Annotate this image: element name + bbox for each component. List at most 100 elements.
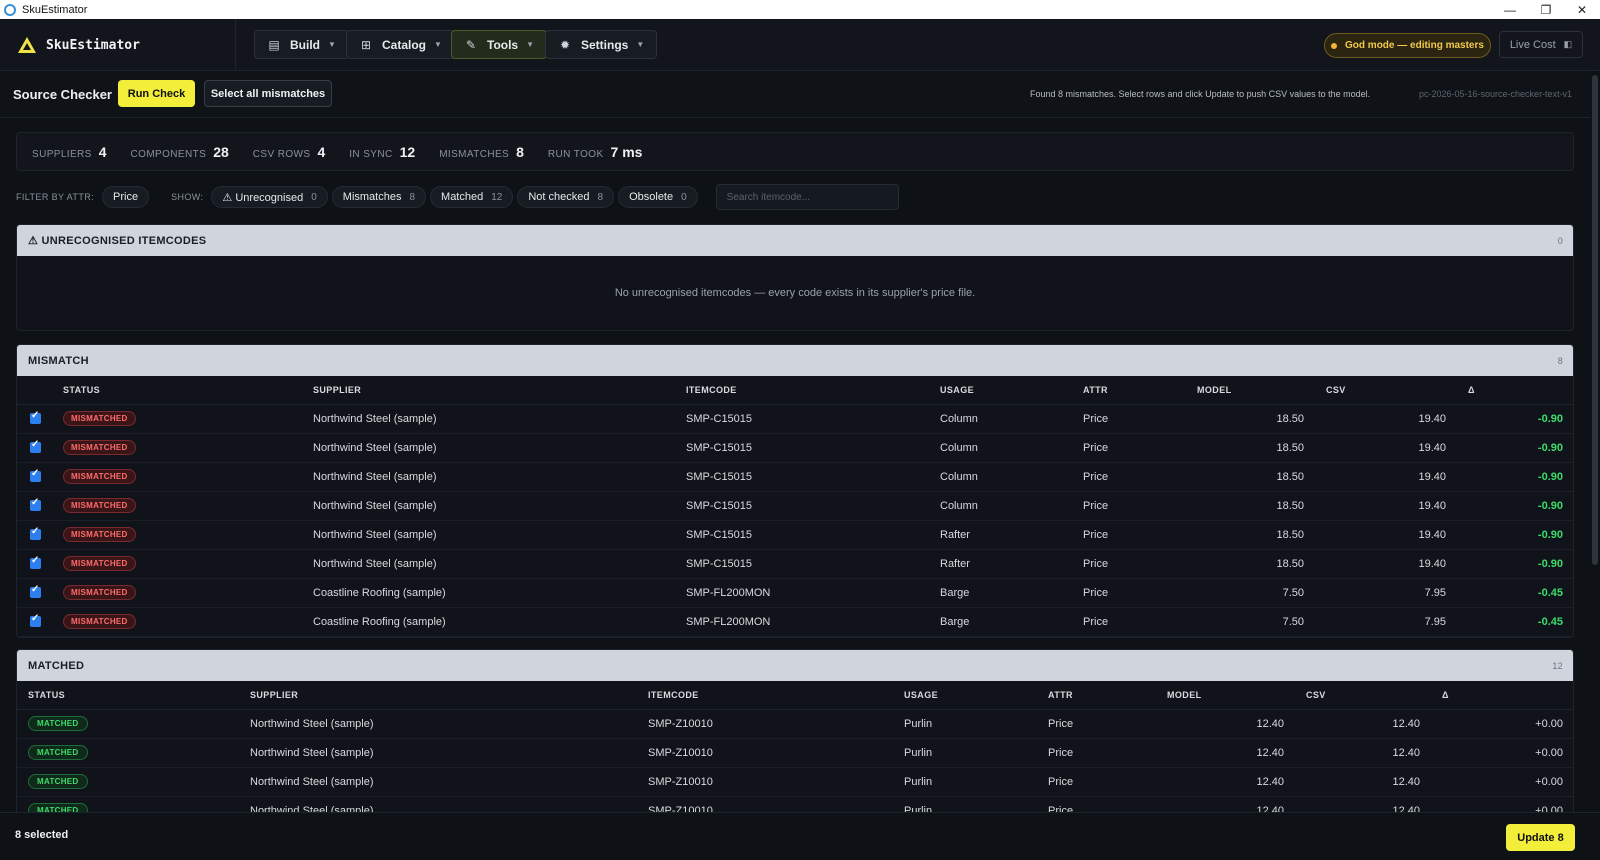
table-row[interactable]: MISMATCHED Northwind Steel (sample)SMP-C1… bbox=[17, 549, 1573, 579]
table-row[interactable]: MATCHED Northwind Steel (sample) SMP-Z1001… bbox=[17, 709, 1573, 739]
col-itemcode[interactable]: ITEMCODE bbox=[648, 681, 904, 710]
window-title: SkuEstimator bbox=[22, 3, 88, 16]
csv-cell: 12.40 bbox=[1306, 709, 1442, 739]
col-model[interactable]: MODEL bbox=[1197, 376, 1326, 405]
status-cell: MISMATCHED bbox=[63, 433, 313, 463]
panel-icon: ◧ bbox=[1563, 39, 1573, 49]
col-delta[interactable]: Δ bbox=[1468, 376, 1573, 405]
col-status[interactable]: STATUS bbox=[17, 681, 250, 710]
chip-not-checked[interactable]: Not checked 8 bbox=[517, 186, 615, 208]
stat-suppliers: SUPPLIERS 4 bbox=[32, 144, 107, 160]
row-select-cell[interactable] bbox=[17, 520, 63, 550]
scroll-thumb[interactable] bbox=[1592, 75, 1598, 565]
chip-matched[interactable]: Matched 12 bbox=[430, 186, 514, 208]
mismatch-header[interactable]: MISMATCH 8 bbox=[17, 345, 1573, 376]
row-checkbox[interactable] bbox=[30, 613, 41, 628]
row-checkbox[interactable] bbox=[30, 497, 41, 512]
chip-mismatches[interactable]: Mismatches 8 bbox=[331, 186, 427, 208]
chevron-down-icon: ▼ bbox=[328, 40, 336, 49]
col-csv[interactable]: CSV bbox=[1306, 681, 1442, 710]
table-row[interactable]: MISMATCHED Northwind Steel (sample)SMP-C1… bbox=[17, 462, 1573, 492]
live-cost-toggle[interactable]: Live Cost ◧ bbox=[1499, 31, 1583, 58]
col-attr[interactable]: ATTR bbox=[1048, 681, 1167, 710]
supplier-cell: Northwind Steel (sample) bbox=[250, 709, 648, 739]
filter-row: FILTER BY ATTR: Price SHOW: ⚠ Unrecognis… bbox=[16, 184, 899, 210]
maximize-icon[interactable]: ❐ bbox=[1528, 0, 1564, 19]
matched-header[interactable]: MATCHED 12 bbox=[17, 650, 1573, 681]
col-status[interactable]: STATUS bbox=[63, 376, 313, 405]
usage-cell: Purlin bbox=[904, 796, 1048, 812]
usage-cell: Purlin bbox=[904, 709, 1048, 739]
god-mode-badge[interactable]: God mode — editing masters bbox=[1324, 33, 1491, 58]
delta-cell: -0.45 bbox=[1468, 607, 1573, 637]
attr-cell: Price bbox=[1083, 520, 1197, 550]
row-select-cell[interactable] bbox=[17, 491, 63, 521]
unrecognised-header[interactable]: ⚠ UNRECOGNISED ITEMCODES 0 bbox=[17, 225, 1573, 256]
stat-value: 28 bbox=[213, 143, 229, 160]
col-usage[interactable]: USAGE bbox=[940, 376, 1083, 405]
row-select-cell[interactable] bbox=[17, 549, 63, 579]
update-button[interactable]: Update 8 bbox=[1506, 824, 1575, 851]
nav-tools-button[interactable]: ✎ Tools ▼ bbox=[451, 30, 548, 59]
table-row[interactable]: MISMATCHED Northwind Steel (sample)SMP-C1… bbox=[17, 491, 1573, 521]
row-checkbox[interactable] bbox=[30, 468, 41, 483]
row-select-cell[interactable] bbox=[17, 462, 63, 492]
run-check-button[interactable]: Run Check bbox=[118, 80, 195, 107]
window-controls: — ❐ ✕ bbox=[1492, 0, 1600, 19]
chip-unrecognised[interactable]: ⚠ Unrecognised 0 bbox=[211, 186, 328, 208]
brand[interactable]: SkuEstimator bbox=[0, 19, 236, 71]
status-badge: MATCHED bbox=[28, 745, 88, 760]
row-checkbox[interactable] bbox=[30, 410, 41, 425]
model-cell: 12.40 bbox=[1167, 709, 1306, 739]
row-checkbox[interactable] bbox=[30, 555, 41, 570]
itemcode-cell: SMP-C15015 bbox=[686, 404, 940, 434]
page-scrollbar[interactable] bbox=[1590, 71, 1600, 812]
row-checkbox[interactable] bbox=[30, 526, 41, 541]
row-checkbox[interactable] bbox=[30, 439, 41, 454]
col-model[interactable]: MODEL bbox=[1167, 681, 1306, 710]
table-row[interactable]: MATCHED Northwind Steel (sample) SMP-Z1001… bbox=[17, 738, 1573, 768]
filter-attr-chip[interactable]: Price bbox=[102, 186, 150, 208]
csv-cell: 19.40 bbox=[1326, 462, 1468, 492]
search-input[interactable] bbox=[715, 184, 899, 210]
col-itemcode[interactable]: ITEMCODE bbox=[686, 376, 940, 405]
chevron-down-icon: ▼ bbox=[526, 40, 535, 49]
itemcode-cell: SMP-FL200MON bbox=[686, 578, 940, 608]
table-row[interactable]: MATCHED Northwind Steel (sample) SMP-Z1001… bbox=[17, 796, 1573, 812]
chip-obsolete[interactable]: Obsolete 0 bbox=[618, 186, 698, 208]
status-cell: MISMATCHED bbox=[63, 462, 313, 492]
col-usage[interactable]: USAGE bbox=[904, 681, 1048, 710]
table-row[interactable]: MISMATCHED Northwind Steel (sample)SMP-C1… bbox=[17, 404, 1573, 434]
col-csv[interactable]: CSV bbox=[1326, 376, 1468, 405]
col-attr[interactable]: ATTR bbox=[1083, 376, 1197, 405]
row-select-cell[interactable] bbox=[17, 578, 63, 608]
col-supplier[interactable]: SUPPLIER bbox=[313, 376, 686, 405]
nav-settings-button[interactable]: ✹ Settings ▼ bbox=[545, 30, 658, 59]
status-cell: MATCHED bbox=[17, 767, 250, 797]
brand-name: SkuEstimator bbox=[46, 37, 140, 53]
nav-build-button[interactable]: ▤ Build ▼ bbox=[254, 30, 349, 59]
table-row[interactable]: MISMATCHED Coastline Roofing (sample)SMP-… bbox=[17, 607, 1573, 637]
table-row[interactable]: MISMATCHED Northwind Steel (sample)SMP-C1… bbox=[17, 520, 1573, 550]
close-icon[interactable]: ✕ bbox=[1564, 0, 1600, 19]
col-delta[interactable]: Δ bbox=[1442, 681, 1573, 710]
row-select-cell[interactable] bbox=[17, 433, 63, 463]
csv-cell: 19.40 bbox=[1326, 433, 1468, 463]
table-header-row: STATUS SUPPLIER ITEMCODE USAGE ATTR MODE… bbox=[17, 376, 1573, 405]
csv-cell: 7.95 bbox=[1326, 578, 1468, 608]
row-checkbox[interactable] bbox=[30, 584, 41, 599]
row-select-cell[interactable] bbox=[17, 607, 63, 637]
col-supplier[interactable]: SUPPLIER bbox=[250, 681, 648, 710]
table-row[interactable]: MATCHED Northwind Steel (sample) SMP-Z1001… bbox=[17, 767, 1573, 797]
stat-label: IN SYNC bbox=[349, 148, 393, 160]
status-dot-icon bbox=[1331, 42, 1338, 49]
select-all-mismatches-button[interactable]: Select all mismatches bbox=[204, 80, 332, 107]
row-select-cell[interactable] bbox=[17, 404, 63, 434]
nav-catalog-button[interactable]: ⊞ Catalog ▼ bbox=[346, 30, 455, 59]
minimize-icon[interactable]: — bbox=[1492, 0, 1528, 19]
table-row[interactable]: MISMATCHED Coastline Roofing (sample)SMP-… bbox=[17, 578, 1573, 608]
csv-cell: 19.40 bbox=[1326, 520, 1468, 550]
stat-run-took: RUN TOOK 7 ms bbox=[548, 144, 643, 160]
table-row[interactable]: MISMATCHED Northwind Steel (sample)SMP-C1… bbox=[17, 433, 1573, 463]
chip-count: 0 bbox=[311, 191, 317, 203]
